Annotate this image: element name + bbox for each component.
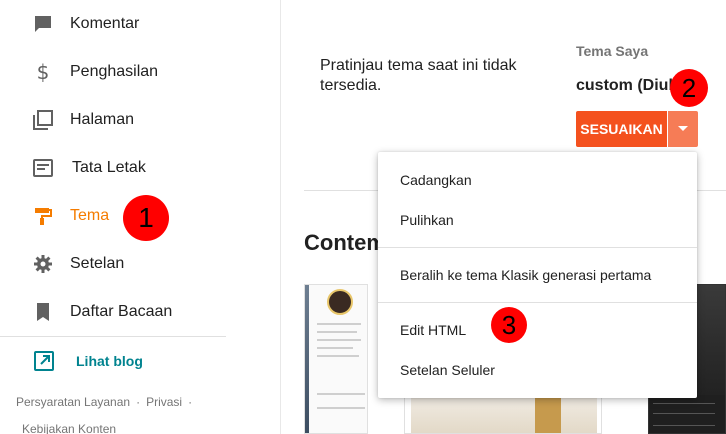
preview-unavailable-message: Pratinjau tema saat ini tidak tersedia. bbox=[320, 57, 517, 94]
sidebar-item-daftar-bacaan[interactable]: Daftar Bacaan bbox=[0, 288, 280, 336]
svg-text:$: $ bbox=[37, 62, 50, 82]
sidebar-item-label: Tema bbox=[70, 207, 110, 224]
blogger-theme-page: Komentar $ Penghasilan Halaman Tata Leta… bbox=[0, 0, 726, 434]
separator-dot: · bbox=[188, 395, 193, 409]
text-line bbox=[317, 393, 365, 395]
caret-down-icon bbox=[677, 120, 689, 138]
customize-dropdown-button[interactable] bbox=[668, 111, 698, 147]
comment-icon bbox=[32, 13, 54, 35]
dollar-icon: $ bbox=[32, 61, 54, 83]
annotation-marker-3: 3 bbox=[491, 307, 527, 343]
sidebar-divider bbox=[0, 336, 226, 337]
sidebar-item-komentar[interactable]: Komentar bbox=[0, 0, 280, 48]
layout-icon bbox=[32, 157, 54, 179]
paint-roller-icon bbox=[32, 205, 54, 227]
sidebar-item-label: Komentar bbox=[70, 15, 140, 32]
annotation-marker-1: 1 bbox=[123, 195, 169, 241]
text-line bbox=[317, 323, 361, 325]
text-line bbox=[653, 403, 715, 404]
theme-thumbnail[interactable] bbox=[304, 284, 368, 434]
sidebar-item-setelan[interactable]: Setelan bbox=[0, 240, 280, 288]
thumbnail-panel bbox=[309, 285, 367, 433]
sidebar-item-label: Setelan bbox=[70, 255, 125, 272]
view-blog-link[interactable]: Lihat blog bbox=[0, 346, 280, 376]
menu-item-backup[interactable]: Cadangkan bbox=[378, 160, 697, 200]
bookmark-icon bbox=[32, 301, 54, 323]
customize-dropdown-menu: Cadangkan Pulihkan Beralih ke tema Klasi… bbox=[378, 152, 697, 398]
menu-item-switch-classic[interactable]: Beralih ke tema Klasik generasi pertama bbox=[378, 255, 697, 295]
avatar bbox=[327, 289, 353, 315]
annotation-marker-2: 2 bbox=[670, 69, 708, 107]
sidebar-item-halaman[interactable]: Halaman bbox=[0, 96, 280, 144]
open-in-new-icon bbox=[33, 350, 55, 372]
text-line bbox=[317, 355, 359, 357]
menu-item-restore[interactable]: Pulihkan bbox=[378, 200, 697, 240]
thumbnail-image bbox=[411, 395, 597, 433]
text-line bbox=[317, 331, 357, 333]
text-line bbox=[317, 347, 353, 349]
menu-separator bbox=[378, 302, 697, 303]
menu-item-edit-html[interactable]: Edit HTML bbox=[378, 310, 697, 350]
text-line bbox=[317, 339, 361, 341]
sidebar-item-label: Daftar Bacaan bbox=[70, 303, 173, 320]
customize-button[interactable]: SESUAIKAN bbox=[576, 111, 667, 147]
content-policy-link[interactable]: Kebijakan Konten bbox=[22, 422, 116, 434]
menu-separator bbox=[378, 247, 697, 248]
terms-link[interactable]: Persyaratan Layanan bbox=[16, 395, 130, 409]
sidebar-item-label: Halaman bbox=[70, 111, 135, 128]
menu-item-mobile-settings[interactable]: Setelan Seluler bbox=[378, 350, 697, 390]
text-line bbox=[317, 407, 365, 409]
sidebar-footer: Persyaratan Layanan · Privasi · Kebijakan K… bbox=[16, 389, 266, 434]
my-theme-label: Tema Saya bbox=[576, 43, 649, 59]
sidebar-item-tata-letak[interactable]: Tata Letak bbox=[0, 144, 280, 192]
gear-icon bbox=[32, 253, 54, 275]
text-line bbox=[653, 425, 715, 426]
text-line bbox=[653, 413, 715, 414]
sidebar-item-penghasilan[interactable]: $ Penghasilan bbox=[0, 48, 280, 96]
sidebar-item-label: Tata Letak bbox=[72, 159, 146, 176]
separator-dot: · bbox=[136, 395, 141, 409]
view-blog-label: Lihat blog bbox=[76, 353, 143, 369]
privacy-link[interactable]: Privasi bbox=[146, 395, 182, 409]
sidebar-item-label: Penghasilan bbox=[70, 63, 159, 80]
pages-icon bbox=[32, 109, 54, 131]
